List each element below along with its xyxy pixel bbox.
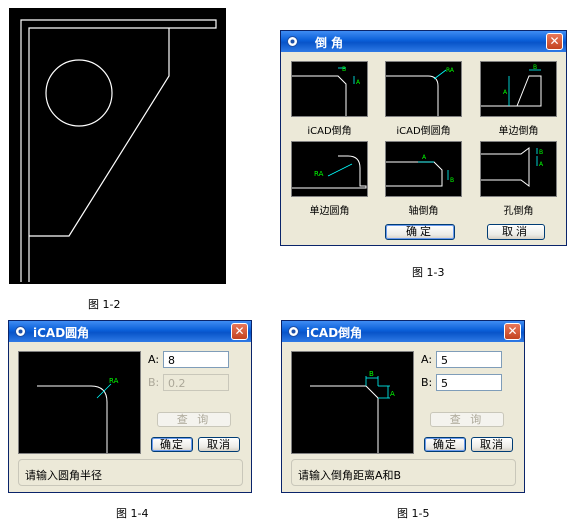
- window-title: iCAD圆角: [33, 326, 90, 340]
- figure-caption: 图 1-3: [412, 266, 445, 279]
- option-icad-fillet[interactable]: RA: [385, 61, 462, 117]
- window-title: iCAD倒角: [306, 326, 363, 340]
- app-icon: [15, 326, 26, 337]
- title-bar[interactable]: 倒 角 ✕: [281, 31, 566, 52]
- ok-button[interactable]: 确定: [151, 437, 193, 452]
- preview-tag: RA: [109, 377, 119, 385]
- window-title: 倒 角: [315, 36, 344, 50]
- figure-caption: 图 1-5: [397, 507, 430, 520]
- title-bar[interactable]: iCAD圆角 ✕: [9, 321, 251, 342]
- svg-text:A: A: [539, 161, 544, 168]
- figure-caption: 图 1-4: [116, 507, 149, 520]
- field-a-label: A:: [148, 353, 160, 366]
- option-single-fillet[interactable]: RA: [291, 141, 368, 197]
- app-icon: [288, 326, 299, 337]
- option-label: 轴倒角: [408, 206, 439, 217]
- option-label: iCAD倒圆角: [396, 126, 451, 137]
- close-icon: ✕: [549, 34, 560, 48]
- svg-text:A: A: [503, 89, 508, 96]
- cancel-button[interactable]: 取消: [471, 437, 513, 452]
- distance-b-input[interactable]: 0.2: [163, 374, 229, 391]
- option-icad-chamfer[interactable]: B A: [291, 61, 368, 117]
- title-bar[interactable]: iCAD倒角 ✕: [282, 321, 524, 342]
- close-button[interactable]: ✕: [231, 323, 248, 340]
- fillet-dialog: iCAD圆角 ✕ RA A: 8 B: 0.2 查 询 确定 取消 请输入圆角半…: [8, 320, 252, 493]
- field-b-label: B:: [148, 376, 160, 389]
- option-label: 单边倒角: [498, 126, 539, 137]
- cad-drawing-canvas: [9, 8, 226, 284]
- option-label: 孔倒角: [503, 206, 534, 217]
- ok-button[interactable]: 确定: [424, 437, 466, 452]
- field-a-label: A:: [421, 353, 433, 366]
- field-b-label: B:: [421, 376, 433, 389]
- svg-text:RA: RA: [446, 67, 455, 74]
- close-button[interactable]: ✕: [504, 323, 521, 340]
- option-single-chamfer[interactable]: B A: [480, 61, 557, 117]
- svg-text:B: B: [369, 370, 374, 378]
- cancel-button[interactable]: 取消: [198, 437, 240, 452]
- option-shaft-chamfer[interactable]: A B: [385, 141, 462, 197]
- query-button[interactable]: 查 询: [157, 412, 231, 427]
- option-hole-chamfer[interactable]: B A: [480, 141, 557, 197]
- close-button[interactable]: ✕: [546, 33, 563, 50]
- cancel-button[interactable]: 取消: [487, 224, 545, 240]
- svg-text:B: B: [342, 66, 346, 73]
- distance-a-input[interactable]: 5: [436, 351, 502, 368]
- figure-caption: 图 1-2: [88, 298, 121, 311]
- svg-text:A: A: [390, 390, 395, 398]
- svg-text:B: B: [533, 64, 537, 71]
- ok-button[interactable]: 确定: [385, 224, 455, 240]
- svg-text:B: B: [450, 177, 454, 184]
- status-message: 请输入倒角距离A和B: [291, 459, 516, 486]
- svg-text:B: B: [539, 149, 543, 156]
- distance-b-input[interactable]: 5: [436, 374, 502, 391]
- query-button[interactable]: 查 询: [430, 412, 504, 427]
- chamfer-distance-dialog: iCAD倒角 ✕ B A A: 5 B: 5 查 询 确定 取消 请输入倒角距离…: [281, 320, 525, 493]
- radius-a-input[interactable]: 8: [163, 351, 229, 368]
- svg-text:A: A: [356, 79, 361, 86]
- svg-text:RA: RA: [314, 170, 324, 178]
- fillet-preview: RA: [18, 351, 141, 454]
- chamfer-preview: B A: [291, 351, 414, 454]
- close-icon: ✕: [234, 324, 245, 338]
- status-message: 请输入圆角半径: [18, 459, 243, 486]
- close-icon: ✕: [507, 324, 518, 338]
- chamfer-dialog: 倒 角 ✕ B A iCAD倒角 RA iCAD倒圆角 B A 单边倒角 RA …: [280, 30, 567, 246]
- svg-text:A: A: [422, 154, 427, 161]
- app-icon: [287, 36, 298, 47]
- option-label: 单边圆角: [309, 206, 350, 217]
- option-label: iCAD倒角: [307, 126, 352, 137]
